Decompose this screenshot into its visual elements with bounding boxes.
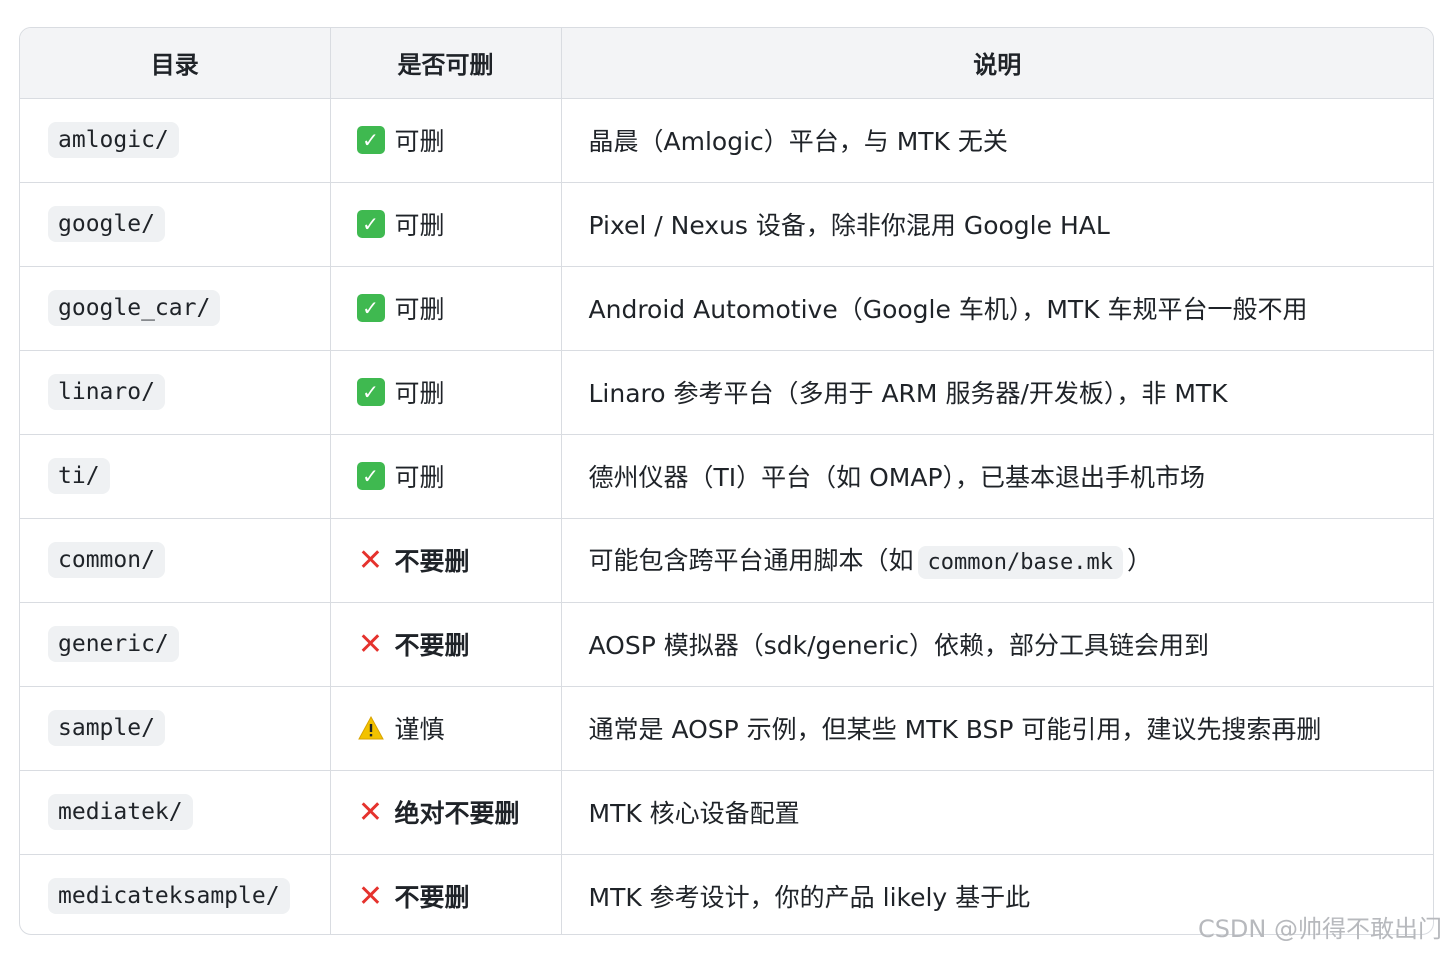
header-description: 说明 bbox=[973, 51, 1022, 80]
table-row: ti/ ✓ 可删 德州仪器（TI）平台（如 OMAP），已基本退出手机市场 bbox=[20, 433, 1433, 518]
deletable-status: ✓ 可删 bbox=[356, 374, 445, 410]
cross-mark-icon: ✕ bbox=[357, 878, 384, 914]
header-deletable: 是否可删 bbox=[330, 28, 562, 98]
table-row: amlogic/ ✓ 可删 晶晨（Amlogic）平台，与 MTK 无关 bbox=[20, 97, 1433, 182]
status-label: 绝对不要删 bbox=[394, 799, 520, 828]
description-text: Pixel / Nexus 设备，除非你混用 Google HAL bbox=[588, 211, 1110, 240]
check-mark-icon: ✓ bbox=[356, 126, 385, 154]
directory-name: common/ bbox=[48, 542, 165, 578]
check-mark-icon: ✓ bbox=[356, 294, 385, 322]
table-row: mediatek/ ✕ 绝对不要删 MTK 核心设备配置 bbox=[20, 769, 1433, 854]
deletable-status: ✕ 不要删 bbox=[357, 542, 470, 578]
table-header-row: 目录 是否可删 说明 bbox=[20, 28, 1433, 98]
deletable-status: ✓ 可删 bbox=[356, 122, 445, 158]
cross-mark-icon: ✕ bbox=[357, 794, 384, 830]
status-label: 不要删 bbox=[394, 883, 470, 913]
status-label: 可删 bbox=[394, 211, 445, 240]
check-mark-icon: ✓ bbox=[356, 462, 385, 490]
description-text: 晶晨（Amlogic）平台，与 MTK 无关 bbox=[588, 127, 1008, 156]
directory-name: google_car/ bbox=[48, 290, 221, 326]
table-row: linaro/ ✓ 可删 Linaro 参考平台（多用于 ARM 服务器/开发板），非… bbox=[20, 349, 1433, 434]
status-label: 可删 bbox=[394, 463, 445, 492]
table-row: google_car/ ✓ 可删 Android Automotive（Google … bbox=[20, 265, 1433, 350]
cross-mark-icon: ✕ bbox=[357, 626, 384, 662]
directory-table: 目录 是否可删 说明 amlogic/ ✓ 可删 晶晨（Amlogic）平台，与 MT… bbox=[19, 27, 1434, 935]
status-label: 谨慎 bbox=[394, 715, 445, 744]
directory-name: ti/ bbox=[48, 458, 110, 494]
status-label: 不要删 bbox=[394, 547, 470, 576]
description-text: AOSP 模拟器（sdk/generic）依赖，部分工具链会用到 bbox=[588, 631, 1209, 660]
directory-name: sample/ bbox=[48, 710, 165, 746]
directory-name: medicateksample/ bbox=[48, 878, 290, 915]
check-mark-icon: ✓ bbox=[356, 210, 385, 238]
directory-name: google/ bbox=[48, 206, 165, 242]
directory-name: linaro/ bbox=[48, 374, 165, 410]
directory-name: amlogic/ bbox=[48, 122, 179, 158]
description-text-end: ） bbox=[1126, 546, 1152, 575]
deletable-status: ✓ 可删 bbox=[356, 290, 445, 326]
cross-mark-icon: ✕ bbox=[357, 542, 384, 578]
status-label: 可删 bbox=[394, 295, 445, 324]
directory-name: generic/ bbox=[48, 626, 179, 662]
description-text: 通常是 AOSP 示例，但某些 MTK BSP 可能引用，建议先搜索再删 bbox=[588, 715, 1322, 744]
description-text: 德州仪器（TI）平台（如 OMAP），已基本退出手机市场 bbox=[588, 463, 1206, 492]
table-row: generic/ ✕ 不要删 AOSP 模拟器（sdk/generic）依赖，部分工具… bbox=[20, 601, 1433, 686]
deletable-status: ✓ 可删 bbox=[356, 206, 445, 242]
inline-code: common/base.mk bbox=[917, 546, 1123, 579]
table-row: google/ ✓ 可删 Pixel / Nexus 设备，除非你混用 Google … bbox=[20, 181, 1433, 266]
warning-icon bbox=[357, 714, 385, 742]
header-directory: 目录 bbox=[20, 28, 331, 98]
status-label: 可删 bbox=[394, 127, 445, 156]
description-text: Android Automotive（Google 车机），MTK 车规平台一般… bbox=[588, 295, 1308, 324]
description-text: Linaro 参考平台（多用于 ARM 服务器/开发板），非 MTK bbox=[588, 379, 1228, 408]
deletable-status: ✕ 不要删 bbox=[357, 878, 470, 914]
directory-name: mediatek/ bbox=[48, 794, 193, 830]
description-text: 可能包含跨平台通用脚本（如 bbox=[588, 546, 914, 575]
table-row: common/ ✕ 不要删 可能包含跨平台通用脚本（如 common/base.mk） bbox=[20, 517, 1433, 602]
deletable-status: ✕ 不要删 bbox=[357, 626, 470, 662]
deletable-status: ✕ 绝对不要删 bbox=[357, 794, 520, 830]
table-row: sample/谨慎 通常是 AOSP 示例，但某些 MTK BSP 可能引用，建议… bbox=[20, 685, 1433, 770]
check-mark-icon: ✓ bbox=[356, 378, 385, 406]
status-label: 可删 bbox=[394, 379, 445, 408]
watermark: CSDN @帅得不敢出门 bbox=[1197, 915, 1442, 943]
deletable-status: ✓ 可删 bbox=[356, 458, 445, 494]
description-text: MTK 参考设计，你的产品 likely 基于此 bbox=[588, 883, 1031, 913]
description-text: MTK 核心设备配置 bbox=[588, 799, 800, 828]
status-label: 不要删 bbox=[394, 631, 470, 660]
deletable-status: 谨慎 bbox=[357, 710, 445, 746]
